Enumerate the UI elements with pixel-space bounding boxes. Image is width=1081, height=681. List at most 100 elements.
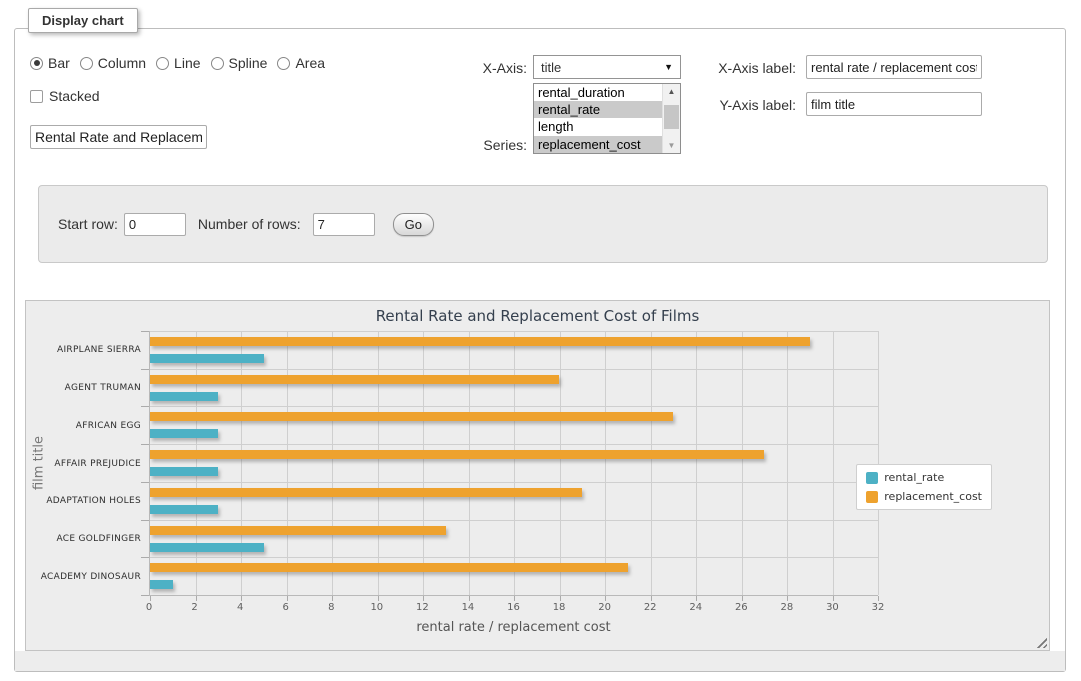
- x-tick: [787, 596, 788, 601]
- gridline: [469, 331, 470, 595]
- scrollbar-thumb[interactable]: [664, 105, 679, 129]
- gridline: [287, 331, 288, 595]
- x-axis-label-input[interactable]: [806, 55, 982, 79]
- bar-replacement_cost: [150, 563, 628, 572]
- y-axis-label-label: Y-Axis label:: [690, 97, 796, 113]
- radio-label: Spline: [229, 55, 268, 71]
- x-tick: [378, 596, 379, 601]
- bar-replacement_cost: [150, 375, 559, 384]
- chart-type-radio-area[interactable]: Area: [277, 55, 325, 71]
- chart-title-input[interactable]: [30, 125, 207, 149]
- radio-icon[interactable]: [211, 57, 224, 70]
- plot-area: [149, 331, 878, 596]
- gridline: [241, 331, 242, 595]
- x-tick-label: 2: [191, 602, 197, 613]
- radio-icon[interactable]: [277, 57, 290, 70]
- y-tick: [141, 557, 149, 558]
- band-line: [150, 406, 878, 407]
- bar-replacement_cost: [150, 526, 446, 535]
- category-label: ADAPTATION HOLES: [46, 496, 141, 506]
- chart-type-radio-bar[interactable]: Bar: [30, 55, 70, 71]
- scroll-up-icon[interactable]: ▲: [663, 84, 680, 99]
- chart-container: Rental Rate and Replacement Cost of Film…: [25, 300, 1050, 651]
- chart-type-radio-group: Bar Column Line Spline Area: [30, 55, 335, 71]
- stacked-checkbox-row[interactable]: Stacked: [30, 88, 100, 104]
- legend-label: rental_rate: [884, 471, 944, 484]
- gridline: [833, 331, 834, 595]
- y-tick: [141, 595, 149, 596]
- band-line: [150, 557, 878, 558]
- x-tick-label: 10: [370, 602, 383, 613]
- start-row-label: Start row:: [58, 216, 118, 232]
- gridline: [514, 331, 515, 595]
- chart-title: Rental Rate and Replacement Cost of Film…: [26, 307, 1049, 325]
- gridline: [605, 331, 606, 595]
- listbox-scrollbar[interactable]: ▲ ▼: [662, 84, 680, 153]
- band-line: [150, 482, 878, 483]
- radio-label: Column: [98, 55, 146, 71]
- category-label: ACE GOLDFINGER: [56, 534, 141, 544]
- x-tick-label: 20: [598, 602, 611, 613]
- x-tick-label: 30: [826, 602, 839, 613]
- series-listbox[interactable]: rental_durationrental_ratelengthreplacem…: [533, 83, 681, 154]
- x-tick: [287, 596, 288, 601]
- x-tick: [560, 596, 561, 601]
- x-tick-label: 16: [507, 602, 520, 613]
- y-tick: [141, 444, 149, 445]
- number-of-rows-label: Number of rows:: [198, 216, 301, 232]
- gridline: [696, 331, 697, 595]
- band-line: [150, 331, 878, 332]
- bar-rental_rate: [150, 580, 173, 589]
- x-axis-select[interactable]: title ▼: [533, 55, 681, 79]
- x-axis-selected-value: title: [541, 60, 561, 75]
- bar-replacement_cost: [150, 450, 764, 459]
- x-tick-label: 4: [237, 602, 243, 613]
- bar-replacement_cost: [150, 488, 582, 497]
- x-tick-label: 28: [781, 602, 794, 613]
- x-tick-label: 6: [283, 602, 289, 613]
- bar-replacement_cost: [150, 337, 810, 346]
- y-tick: [141, 482, 149, 483]
- chart-type-radio-spline[interactable]: Spline: [211, 55, 268, 71]
- x-tick-label: 24: [689, 602, 702, 613]
- stacked-checkbox[interactable]: [30, 90, 43, 103]
- series-option-rental_duration[interactable]: rental_duration: [534, 84, 662, 101]
- gridline: [378, 331, 379, 595]
- x-axis-label-label: X-Axis label:: [690, 60, 796, 76]
- go-button[interactable]: Go: [393, 213, 434, 236]
- x-tick-label: 0: [146, 602, 152, 613]
- y-tick: [141, 520, 149, 521]
- x-axis-title: rental rate / replacement cost: [149, 620, 878, 635]
- chart-type-radio-line[interactable]: Line: [156, 55, 200, 71]
- radio-icon[interactable]: [80, 57, 93, 70]
- x-tick-label: 18: [553, 602, 566, 613]
- gridline: [787, 331, 788, 595]
- y-category-labels: AIRPLANE SIERRAAGENT TRUMANAFRICAN EGGAF…: [26, 331, 141, 596]
- x-tick: [423, 596, 424, 601]
- number-of-rows-input[interactable]: [313, 213, 375, 236]
- radio-icon[interactable]: [30, 57, 43, 70]
- series-option-rental_rate[interactable]: rental_rate: [534, 101, 662, 118]
- resize-handle-icon[interactable]: [1036, 637, 1047, 648]
- chart-legend: rental_rate replacement_cost: [856, 464, 992, 510]
- series-option-replacement_cost[interactable]: replacement_cost: [534, 136, 662, 153]
- x-tick-label: 32: [872, 602, 885, 613]
- radio-icon[interactable]: [156, 57, 169, 70]
- legend-item-replacement_cost[interactable]: replacement_cost: [866, 490, 982, 503]
- gridline: [332, 331, 333, 595]
- x-tick-label: 22: [644, 602, 657, 613]
- gridline: [560, 331, 561, 595]
- x-tick: [651, 596, 652, 601]
- category-label: AFRICAN EGG: [76, 421, 141, 431]
- series-option-length[interactable]: length: [534, 118, 662, 135]
- x-tick: [742, 596, 743, 601]
- legend-item-rental_rate[interactable]: rental_rate: [866, 471, 982, 484]
- y-axis-label-input[interactable]: [806, 92, 982, 116]
- chart-type-radio-column[interactable]: Column: [80, 55, 146, 71]
- start-row-input[interactable]: [124, 213, 186, 236]
- x-tick: [332, 596, 333, 601]
- scroll-down-icon[interactable]: ▼: [663, 138, 680, 153]
- bar-rental_rate: [150, 467, 218, 476]
- category-label: AFFAIR PREJUDICE: [54, 459, 141, 469]
- x-tick: [196, 596, 197, 601]
